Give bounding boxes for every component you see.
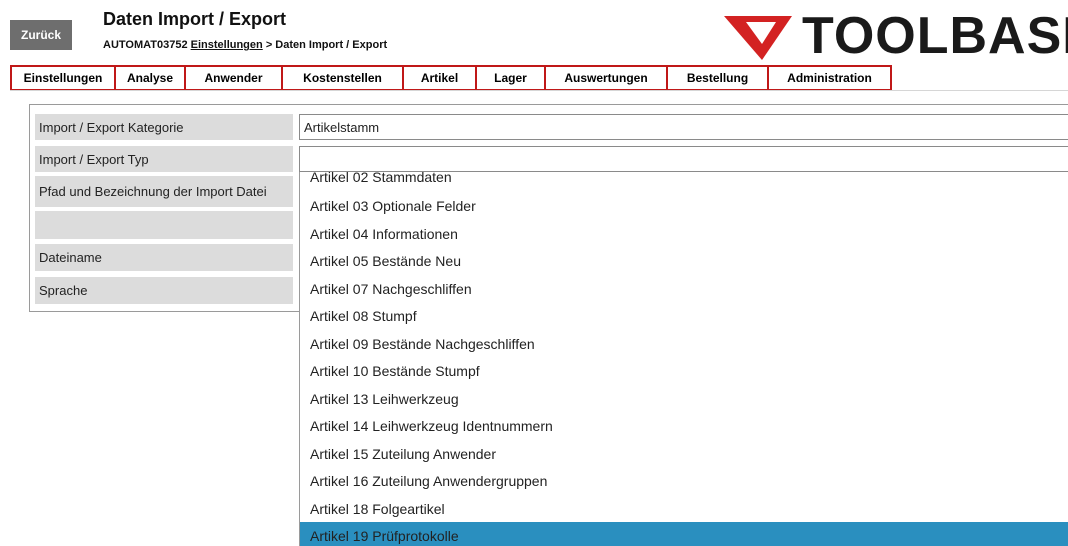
nav-tab-auswertungen[interactable]: Auswertungen: [546, 67, 668, 89]
nav-tab-artikel[interactable]: Artikel: [404, 67, 477, 89]
nav-tab-analyse[interactable]: Analyse: [116, 67, 186, 89]
empty-label: [35, 211, 293, 239]
nav-tab-kostenstellen[interactable]: Kostenstellen: [283, 67, 404, 89]
dropdown-option[interactable]: Artikel 18 Folgeartikel: [300, 495, 1068, 523]
breadcrumb-prefix: AUTOMAT03752: [103, 39, 188, 51]
breadcrumb: AUTOMAT03752 Einstellungen > Daten Impor…: [103, 39, 387, 51]
back-button[interactable]: Zurück: [10, 20, 72, 50]
logo-text: TOOLBASE: [802, 8, 1068, 64]
dropdown-option[interactable]: Artikel 14 Leihwerkzeug Identnummern: [300, 412, 1068, 440]
typ-label: Import / Export Typ: [35, 146, 293, 172]
dropdown-option[interactable]: Artikel 16 Zuteilung Anwendergruppen: [300, 467, 1068, 495]
toolbase-logo: TOOLBASE: [722, 8, 1068, 64]
main-nav: Einstellungen Analyse Anwender Kostenste…: [10, 65, 892, 91]
typ-select[interactable]: [299, 146, 1068, 172]
dropdown-option[interactable]: Artikel 09 Bestände Nachgeschliffen: [300, 330, 1068, 358]
dropdown-option[interactable]: Artikel 02 Stammdaten: [300, 172, 1068, 191]
nav-tab-lager[interactable]: Lager: [477, 67, 546, 89]
logo-mark-icon: [724, 16, 792, 60]
nav-divider: [10, 90, 1068, 91]
dropdown-option[interactable]: Artikel 10 Bestände Stumpf: [300, 357, 1068, 385]
dropdown-option-selected[interactable]: Artikel 19 Prüfprotokolle: [300, 522, 1068, 546]
kategorie-select[interactable]: Artikelstamm: [299, 114, 1068, 140]
dropdown-option[interactable]: Artikel 07 Nachgeschliffen: [300, 275, 1068, 303]
dateiname-label: Dateiname: [35, 244, 293, 271]
dropdown-option[interactable]: Artikel 13 Leihwerkzeug: [300, 385, 1068, 413]
nav-tab-anwender[interactable]: Anwender: [186, 67, 283, 89]
dropdown-option[interactable]: Artikel 05 Bestände Neu: [300, 247, 1068, 275]
page-title: Daten Import / Export: [103, 9, 287, 29]
dropdown-option[interactable]: Artikel 08 Stumpf: [300, 302, 1068, 330]
typ-dropdown-list[interactable]: Artikel 02 Stammdaten Artikel 03 Optiona…: [299, 172, 1068, 546]
pfad-label: Pfad und Bezeichnung der Import Datei: [35, 176, 293, 207]
sprache-label: Sprache: [35, 277, 293, 304]
kategorie-label: Import / Export Kategorie: [35, 114, 293, 140]
nav-tab-administration[interactable]: Administration: [769, 67, 892, 89]
breadcrumb-link-einstellungen[interactable]: Einstellungen: [191, 39, 263, 51]
nav-tab-bestellung[interactable]: Bestellung: [668, 67, 769, 89]
dropdown-option[interactable]: Artikel 03 Optionale Felder: [300, 192, 1068, 220]
breadcrumb-current: > Daten Import / Export: [265, 39, 388, 51]
dropdown-option[interactable]: Artikel 15 Zuteilung Anwender: [300, 440, 1068, 468]
nav-tab-einstellungen[interactable]: Einstellungen: [12, 67, 116, 89]
dropdown-option[interactable]: Artikel 04 Informationen: [300, 220, 1068, 248]
